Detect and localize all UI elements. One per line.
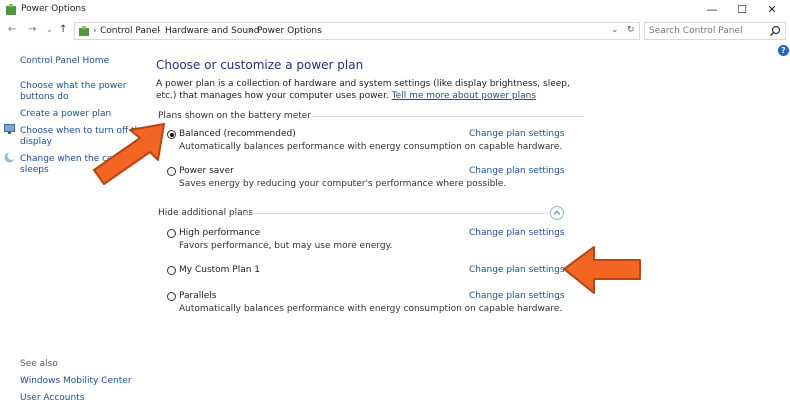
intro-text: A power plan is a collection of hardware… xyxy=(156,78,576,102)
minimize-button[interactable]: — xyxy=(697,0,727,20)
forward-icon[interactable]: → xyxy=(28,24,36,35)
breadcrumb[interactable]: › Control Panel › Hardware and Sound › P… xyxy=(74,22,640,40)
annotation-arrow-icon xyxy=(93,123,165,185)
recent-dropdown-icon[interactable]: ⌄ xyxy=(46,25,53,34)
maximize-button[interactable]: ☐ xyxy=(727,0,757,20)
plan-name-power-saver[interactable]: Power saver xyxy=(179,166,234,176)
power-options-icon xyxy=(6,4,16,15)
link-windows-mobility-center[interactable]: Windows Mobility Center xyxy=(20,375,132,387)
plan-name-my-custom-plan-1[interactable]: My Custom Plan 1 xyxy=(179,265,260,275)
plan-name-high-performance[interactable]: High performance xyxy=(179,228,260,238)
radio-my-custom-plan-1[interactable] xyxy=(167,266,176,275)
up-icon[interactable]: ↑ xyxy=(59,24,67,35)
search-box[interactable]: Search Control Panel xyxy=(644,22,786,40)
page-title: Choose or customize a power plan xyxy=(156,58,364,72)
display-icon xyxy=(4,124,15,134)
plan-desc-balanced: Automatically balances performance with … xyxy=(179,142,563,152)
sleep-moon-icon xyxy=(4,152,15,163)
sidebar-item-sleep-cont[interactable]: sleeps xyxy=(20,164,49,176)
radio-parallels[interactable] xyxy=(167,292,176,301)
sidebar-item-display-off-cont[interactable]: display xyxy=(20,136,52,148)
breadcrumb-control-panel[interactable]: Control Panel xyxy=(100,26,160,36)
sidebar-item-control-panel-home[interactable]: Control Panel Home xyxy=(20,55,109,67)
see-also-label: See also xyxy=(20,359,58,369)
section-shown-label: Plans shown on the battery meter xyxy=(158,111,312,121)
refresh-icon[interactable]: ↻ xyxy=(627,25,635,35)
change-plan-settings-high-performance[interactable]: Change plan settings xyxy=(469,228,565,238)
plan-desc-high-performance: Favors performance, but may use more ene… xyxy=(179,241,393,251)
change-plan-settings-parallels[interactable]: Change plan settings xyxy=(469,291,565,301)
chevron-right-icon: › xyxy=(93,26,97,36)
breadcrumb-power-options[interactable]: Power Options xyxy=(257,26,322,36)
change-plan-settings-my-custom-plan-1[interactable]: Change plan settings xyxy=(469,265,565,275)
search-input[interactable]: Search Control Panel xyxy=(649,26,742,36)
plan-name-balanced[interactable]: Balanced (recommended) xyxy=(179,129,296,139)
breadcrumb-hardware-and-sound[interactable]: Hardware and Sound xyxy=(165,26,259,36)
plan-name-parallels[interactable]: Parallels xyxy=(179,291,216,301)
back-icon[interactable]: ← xyxy=(8,24,16,35)
change-plan-settings-balanced[interactable]: Change plan settings xyxy=(469,129,565,139)
plan-desc-power-saver: Saves energy by reducing your computer's… xyxy=(179,179,507,189)
window-title: Power Options xyxy=(21,4,86,14)
section-hidden-label: Hide additional plans xyxy=(158,208,254,218)
title-bar: Power Options — ☐ ✕ xyxy=(0,0,790,20)
address-row: ← → ⌄ ↑ › Control Panel › Hardware and S… xyxy=(0,22,790,42)
chevron-right-icon: › xyxy=(157,26,161,36)
annotation-arrow-icon xyxy=(563,246,641,294)
collapse-button[interactable] xyxy=(550,206,564,220)
control-panel-icon xyxy=(79,26,89,36)
radio-power-saver[interactable] xyxy=(167,167,176,176)
close-button[interactable]: ✕ xyxy=(757,0,787,20)
sidebar-item-power-buttons-cont[interactable]: buttons do xyxy=(20,91,68,103)
radio-balanced[interactable] xyxy=(167,130,176,139)
chevron-up-icon xyxy=(553,210,561,215)
help-icon[interactable]: ? xyxy=(778,45,789,56)
change-plan-settings-power-saver[interactable]: Change plan settings xyxy=(469,166,565,176)
divider xyxy=(312,116,584,117)
link-user-accounts[interactable]: User Accounts xyxy=(20,392,84,404)
radio-high-performance[interactable] xyxy=(167,229,176,238)
tell-me-more-link[interactable]: Tell me more about power plans xyxy=(392,91,536,101)
plan-desc-parallels: Automatically balances performance with … xyxy=(179,304,563,314)
chevron-down-icon[interactable]: ⌄ xyxy=(611,25,619,35)
chevron-right-icon: › xyxy=(249,26,253,36)
divider xyxy=(244,213,548,214)
search-icon[interactable] xyxy=(769,25,781,37)
